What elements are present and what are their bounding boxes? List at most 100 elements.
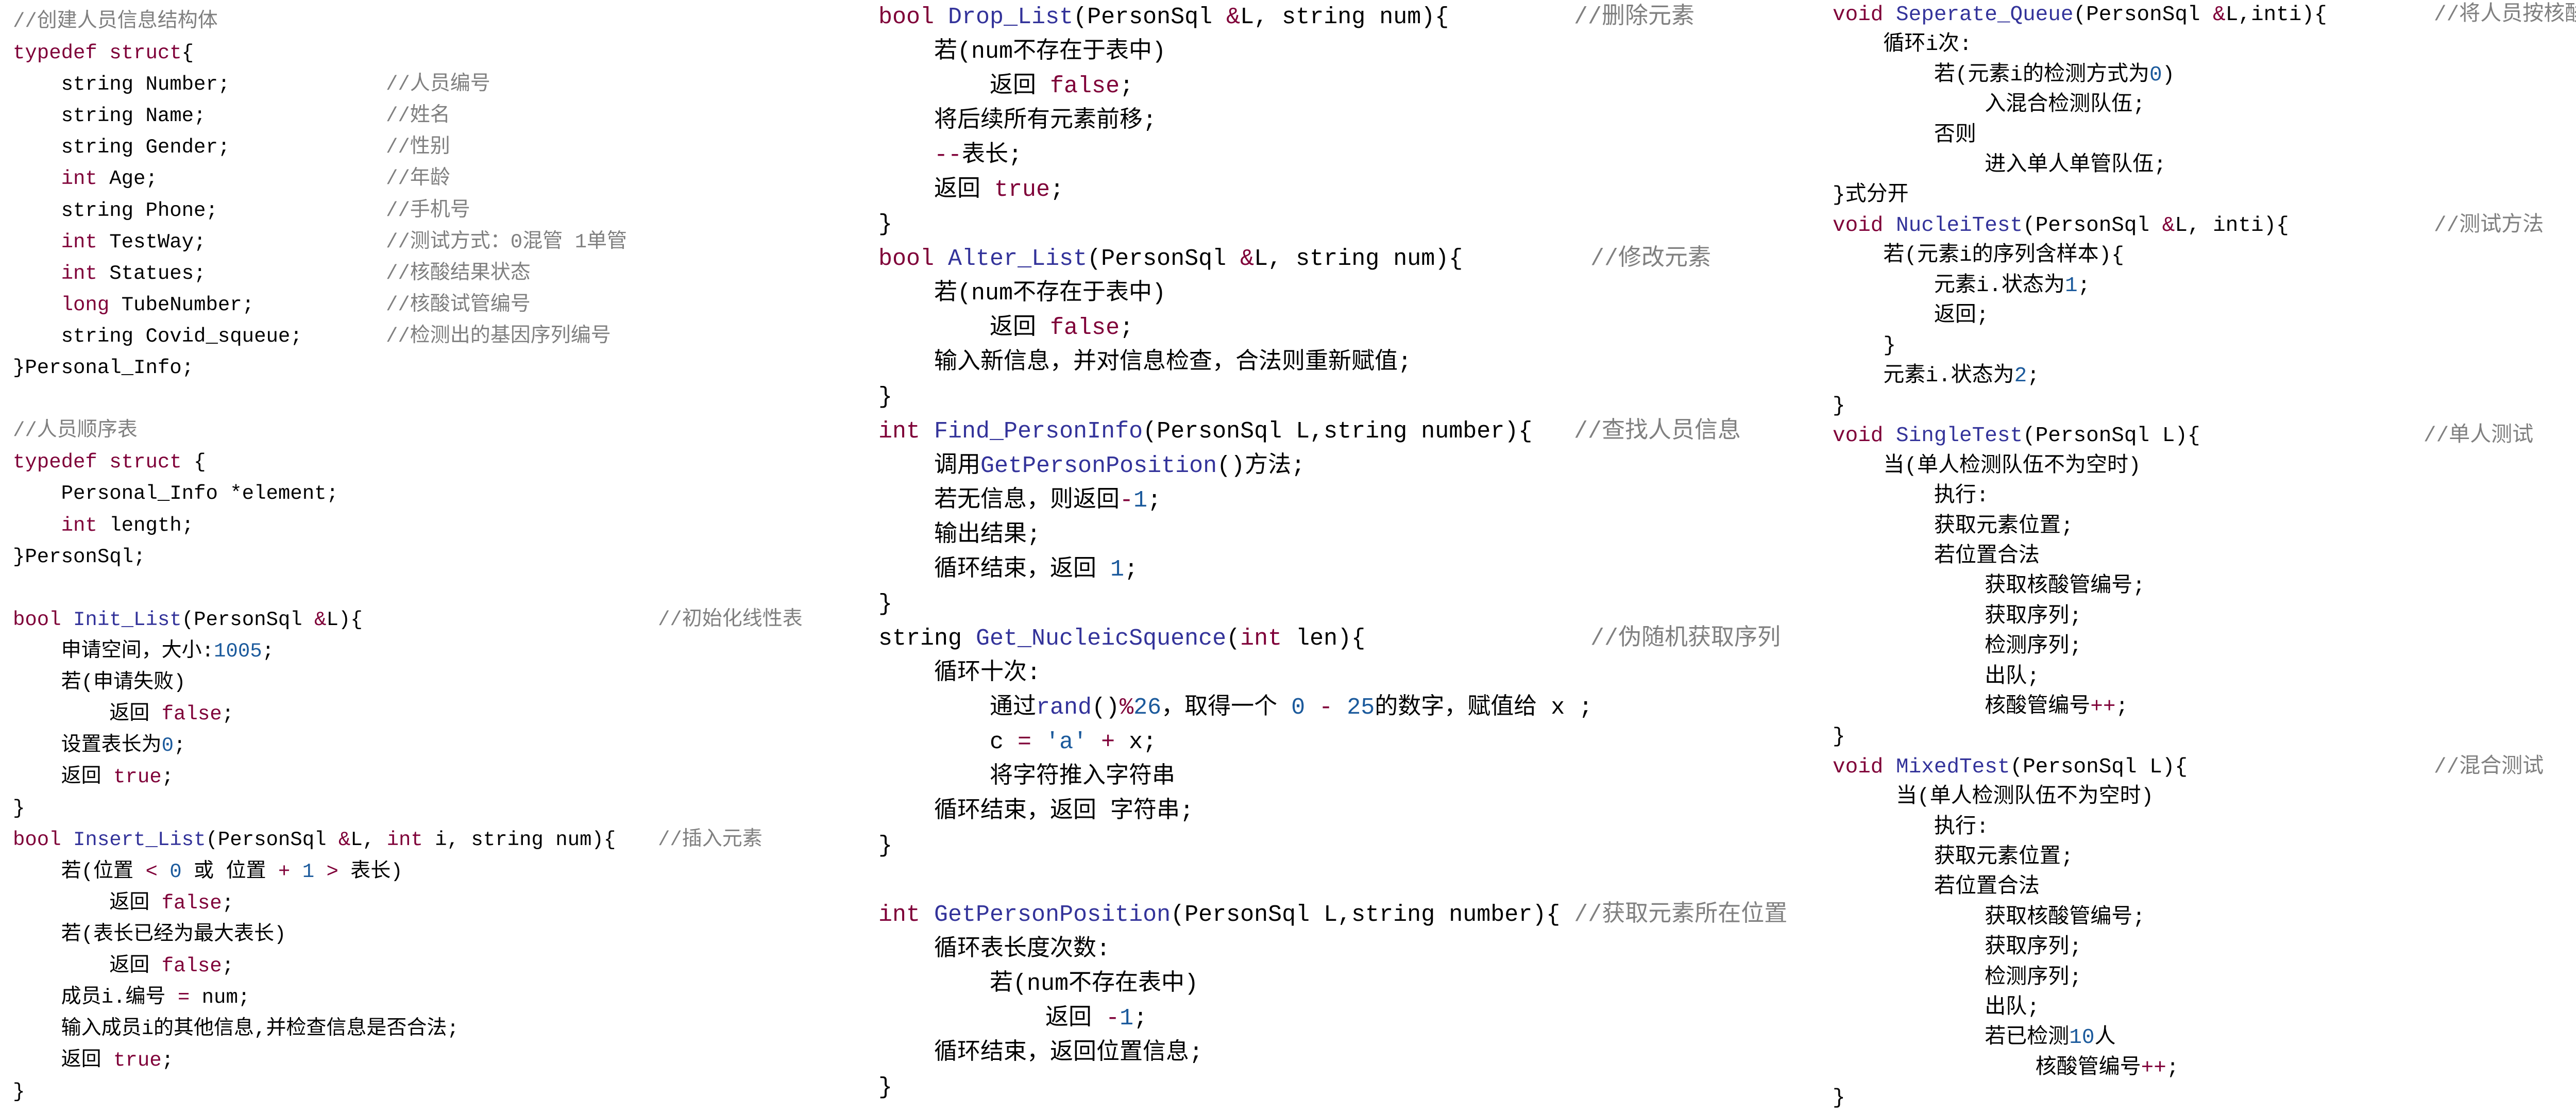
comment: //单人测试 (2424, 424, 2534, 448)
code-text: i, string num){ (422, 829, 616, 852)
code-line: int Statues; //核酸结果状态 (13, 258, 616, 290)
keyword: int (1240, 626, 1282, 652)
function-name: NucleiTest (1896, 213, 2023, 238)
number-literal: 0 (2149, 63, 2162, 87)
code-column-left: //创建人员信息结构体 typedef struct{ string Number… (13, 6, 803, 1108)
function-name: Init_List (73, 608, 182, 631)
function-name: Find_PersonInfo (934, 418, 1143, 445)
number-literal: 1 (1133, 487, 1148, 514)
code-text: ( (1226, 626, 1241, 652)
code-text: 表长) (338, 860, 403, 883)
code-line: 核酸管编号++; (1833, 1053, 2327, 1083)
comment: //人员编号 (386, 73, 490, 96)
code-text: 循环结束，返回位置信息; (878, 1040, 1204, 1066)
function-name: rand (1036, 695, 1092, 721)
code-text: } (1833, 1086, 1845, 1110)
code-text: 获取核酸管编号; (1833, 575, 2145, 599)
code-line: 入混合检测队伍; (1833, 90, 2327, 120)
code-text: ; (262, 639, 275, 663)
code-text: 成员i.编号 (13, 986, 178, 1009)
code-line: long TubeNumber; //核酸试管编号 (13, 290, 616, 321)
code-line: 返回 false; (878, 69, 1787, 104)
code-line: 若(表长已经为最大表长) (13, 919, 616, 951)
code-text: string Name; (13, 105, 206, 128)
code-line: 返回 true; (878, 173, 1787, 207)
keyword: void (1833, 213, 1884, 238)
code-text: 输出结果; (878, 522, 1041, 548)
code-text: Statues; (97, 262, 206, 285)
code-line: bool Insert_List(PersonSql &L, int i, st… (13, 824, 762, 856)
code-line: 获取序列; (1833, 933, 2327, 963)
code-text: 入混合检测队伍; (1833, 93, 2145, 117)
code-line: 设置表长为0; (13, 730, 616, 762)
code-text: (PersonSql (1087, 246, 1241, 272)
code-text: } (1833, 725, 1845, 749)
code-text: x; (1115, 729, 1157, 755)
code-line: 获取序列; (1833, 602, 2327, 632)
code-line: void SingleTest(PersonSql L){//单人测试 (1833, 421, 2533, 451)
comment: //修改元素 (1590, 246, 1711, 272)
code-line: 当(单人检测队伍不为空时) (1833, 782, 2327, 812)
code-text: string Phone; (13, 199, 218, 222)
keyword: int (61, 167, 97, 191)
code-text: ; (2115, 695, 2129, 719)
code-line: string Name; //姓名 (13, 100, 616, 132)
code-text: Personal_Info *element; (13, 482, 338, 505)
code-text: L, string num){ (1240, 4, 1449, 30)
code-text: (PersonSql L,string number){ (1143, 418, 1533, 445)
number-literal: 0 (1291, 695, 1306, 721)
code-text: { (181, 451, 206, 474)
keyword: typedef (13, 451, 97, 474)
code-line: 成员i.编号 = num; (13, 982, 616, 1014)
code-text: ; (1133, 1005, 1148, 1032)
number-literal: 1 (2065, 274, 2078, 298)
comment: //核酸结果状态 (386, 262, 531, 285)
code-column-middle: bool Drop_List(PersonSql &L, string num)… (878, 0, 1787, 1105)
keyword: struct (109, 42, 182, 65)
code-text: string Number; (13, 73, 230, 96)
code-text: 当(单人检测队伍不为空时) (1833, 454, 2141, 478)
code-text: 若(num不存在于表中) (878, 39, 1166, 65)
code-text: (PersonSql (181, 608, 315, 631)
code-text: 返回 (13, 766, 114, 789)
operator: + (278, 860, 291, 883)
keyword: typedef (13, 42, 97, 65)
comment: //将人员按核酸方 (2434, 3, 2576, 27)
keyword: int (61, 262, 97, 285)
code-text: ; (222, 703, 234, 726)
code-text: 若位置合法 (1833, 875, 2040, 900)
code-line: }式分开 (1833, 180, 2327, 210)
code-text: 获取核酸管编号; (1833, 905, 2145, 930)
code-text: 获取元素位置; (1833, 514, 2074, 538)
comment: //初始化线性表 (658, 608, 803, 631)
code-text: 返回 (878, 1005, 1106, 1032)
code-line: } (878, 380, 1787, 414)
code-text: 若位置合法 (1833, 545, 2040, 569)
code-text: 否则 (1833, 123, 1976, 147)
number-literal: 1005 (214, 639, 262, 663)
code-text: 若无信息，则返回 (878, 487, 1120, 514)
code-text: ; (1124, 556, 1139, 583)
code-text: string Covid_squeue; (13, 325, 302, 348)
keyword: struct (109, 451, 182, 474)
comment: //人员顺序表 (13, 419, 138, 443)
code-text: ; (2077, 274, 2091, 298)
code-line: 若已检测10人 (1833, 1023, 2327, 1053)
code-line: 循环结束，返回位置信息; (878, 1036, 1787, 1070)
code-text: (PersonSql (2073, 3, 2213, 27)
keyword: void (1833, 3, 1884, 27)
function-name: MixedTest (1896, 755, 2010, 779)
function-name: Get_NucleicSquence (976, 626, 1227, 652)
code-line: 返回 false; (878, 311, 1787, 345)
code-line: 循环表长度次数: (878, 932, 1787, 967)
code-text: ; (2027, 364, 2040, 388)
code-text: 将后续所有元素前移; (878, 108, 1157, 134)
